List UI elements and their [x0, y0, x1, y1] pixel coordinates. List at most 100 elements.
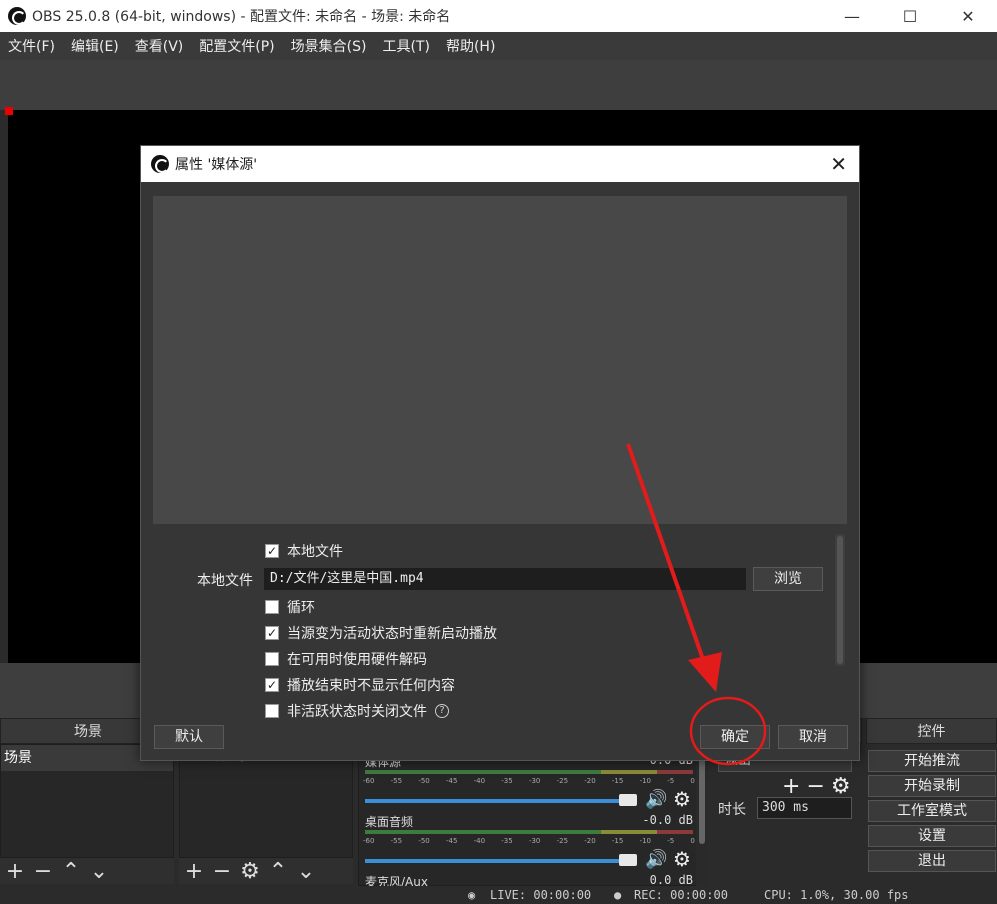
- close-inactive-checkbox[interactable]: [265, 704, 279, 718]
- loop-checkbox[interactable]: [265, 600, 279, 614]
- menu-scene-collection[interactable]: 场景集合(S): [283, 36, 375, 56]
- sources-list[interactable]: 媒体源: [179, 744, 353, 858]
- mixer-track: 桌面音频 -0.0 dB -60 -55 -50 -45 -40 -35 -30 -25 -20…: [363, 813, 695, 877]
- source-up-icon[interactable]: ⌃: [267, 859, 289, 884]
- menu-view[interactable]: 查看(V): [127, 36, 192, 56]
- volume-slider-handle[interactable]: [619, 794, 637, 806]
- file-path-input[interactable]: D:/文件/这里是中国.mp4: [264, 568, 746, 590]
- gear-icon[interactable]: ⚙: [673, 787, 691, 811]
- hw-decode-checkbox[interactable]: [265, 652, 279, 666]
- local-file-checkbox-label: 本地文件: [287, 544, 343, 560]
- speaker-icon[interactable]: 🔊: [645, 789, 667, 810]
- mixer-scrollbar[interactable]: [696, 744, 708, 886]
- transitions-panel: 淡出 +−⚙ 时长 300 ms: [712, 744, 860, 884]
- local-file-checkbox[interactable]: ✓: [265, 544, 279, 558]
- track-name: 桌面音频: [365, 815, 414, 829]
- start-recording-button[interactable]: 开始录制: [868, 775, 996, 797]
- help-icon[interactable]: ?: [435, 704, 449, 718]
- meter-ticks: -60 -55 -50 -45 -40 -35 -30 -25 -20 -15 -10 -5 0: [363, 777, 695, 785]
- rec-status: REC: 00:00:00: [634, 888, 728, 902]
- browse-button[interactable]: 浏览: [753, 567, 823, 591]
- rec-indicator-icon: ●: [614, 888, 622, 902]
- status-bar: ◉ LIVE: 00:00:00 ● REC: 00:00:00 CPU: 1.…: [0, 886, 997, 904]
- minimize-button[interactable]: —: [823, 0, 881, 32]
- obs-logo-icon: [151, 155, 169, 173]
- mixer-track: 麦克风/Aux 0.0 dB: [363, 873, 695, 887]
- remove-source-icon[interactable]: −: [211, 859, 233, 884]
- mixer-track: 媒体源 0.0 dB -60-55-50-45-40-35-30-25-20-1…: [363, 753, 695, 817]
- track-db: 0.0 dB: [649, 873, 693, 887]
- duration-input[interactable]: 300 ms: [757, 797, 852, 819]
- volume-slider[interactable]: [365, 859, 627, 863]
- source-handle[interactable]: [5, 107, 13, 115]
- settings-button[interactable]: 设置: [868, 825, 996, 847]
- scenes-toolbar: + − ⌃ ⌄: [0, 858, 174, 884]
- loop-checkbox-row[interactable]: 循环: [265, 597, 315, 617]
- add-scene-icon[interactable]: +: [4, 859, 26, 884]
- remove-transition-icon[interactable]: −: [806, 774, 830, 799]
- track-name: 麦克风/Aux: [365, 875, 428, 887]
- add-source-icon[interactable]: +: [183, 859, 205, 884]
- add-transition-icon[interactable]: +: [782, 774, 806, 799]
- cpu-status: CPU: 1.0%, 30.00 fps: [764, 888, 909, 902]
- audio-mixer: 媒体源 0.0 dB -60-55-50-45-40-35-30-25-20-1…: [358, 744, 708, 887]
- volume-meter: [365, 770, 693, 774]
- gear-icon[interactable]: ⚙: [673, 847, 691, 871]
- defaults-button[interactable]: 默认: [154, 725, 224, 749]
- hide-end-checkbox-row[interactable]: ✓ 播放结束时不显示任何内容: [265, 675, 455, 695]
- menu-help[interactable]: 帮助(H): [438, 36, 503, 56]
- maximize-button[interactable]: ☐: [881, 0, 939, 32]
- window-title: OBS 25.0.8 (64-bit, windows) - 配置文件: 未命名…: [32, 9, 451, 25]
- restart-checkbox-row[interactable]: ✓ 当源变为活动状态时重新启动播放: [265, 623, 497, 643]
- close-button[interactable]: ✕: [939, 0, 997, 32]
- meter-ticks: -60 -55 -50 -45 -40 -35 -30 -25 -20 -15 -10 -5 0: [363, 837, 695, 845]
- cancel-button[interactable]: 取消: [778, 725, 848, 749]
- menu-bar: 文件(F) 编辑(E) 查看(V) 配置文件(P) 场景集合(S) 工具(T) …: [0, 32, 997, 60]
- transition-tools: +−⚙: [782, 774, 857, 799]
- hide-end-label: 播放结束时不显示任何内容: [287, 678, 455, 694]
- transition-settings-icon[interactable]: ⚙: [831, 774, 857, 799]
- live-indicator-icon: ◉: [468, 888, 476, 902]
- menu-edit[interactable]: 编辑(E): [63, 36, 127, 56]
- preview-top-area: [0, 60, 997, 110]
- restart-checkbox[interactable]: ✓: [265, 626, 279, 640]
- scenes-list[interactable]: 场景: [0, 744, 174, 858]
- remove-scene-icon[interactable]: −: [32, 859, 54, 884]
- volume-slider[interactable]: [365, 799, 627, 803]
- ok-button[interactable]: 确定: [700, 725, 770, 749]
- sources-toolbar: + − ⚙ ⌃ ⌄: [179, 858, 353, 884]
- obs-logo-icon: [8, 7, 26, 25]
- controls-panel: 开始推流 开始录制 工作室模式 设置 退出: [866, 744, 997, 884]
- menu-tools[interactable]: 工具(T): [374, 36, 437, 56]
- media-preview: [153, 196, 847, 524]
- start-streaming-button[interactable]: 开始推流: [868, 750, 996, 772]
- volume-slider-handle[interactable]: [619, 854, 637, 866]
- track-db: -0.0 dB: [642, 813, 693, 827]
- menu-file[interactable]: 文件(F): [0, 36, 63, 56]
- hw-decode-checkbox-row[interactable]: 在可用时使用硬件解码: [265, 649, 427, 669]
- controls-dock-header: 控件: [866, 718, 997, 744]
- dialog-title-bar: 属性 '媒体源' ✕: [141, 146, 859, 182]
- studio-mode-button[interactable]: 工作室模式: [868, 800, 996, 822]
- hw-decode-label: 在可用时使用硬件解码: [287, 652, 427, 668]
- properties-scrollbar[interactable]: [835, 534, 845, 666]
- exit-button[interactable]: 退出: [868, 850, 996, 872]
- source-settings-icon[interactable]: ⚙: [239, 859, 261, 884]
- move-down-icon[interactable]: ⌄: [88, 859, 110, 884]
- menu-profile[interactable]: 配置文件(P): [191, 36, 282, 56]
- title-bar: OBS 25.0.8 (64-bit, windows) - 配置文件: 未命名…: [0, 0, 997, 32]
- speaker-icon[interactable]: 🔊: [645, 849, 667, 870]
- dialog-title: 属性 '媒体源': [175, 157, 258, 173]
- source-down-icon[interactable]: ⌄: [295, 859, 317, 884]
- hide-end-checkbox[interactable]: ✓: [265, 678, 279, 692]
- controls-header-label: 控件: [917, 724, 946, 740]
- close-icon[interactable]: ✕: [830, 152, 847, 176]
- move-up-icon[interactable]: ⌃: [60, 859, 82, 884]
- local-file-checkbox-row[interactable]: ✓ 本地文件: [265, 541, 343, 561]
- restart-label: 当源变为活动状态时重新启动播放: [287, 626, 497, 642]
- properties-dialog: 属性 '媒体源' ✕ ✓ 本地文件 本地文件 D:/文件/这里是中国.mp4 浏…: [140, 145, 860, 761]
- local-file-label: 本地文件: [197, 573, 253, 589]
- close-inactive-checkbox-row[interactable]: 非活跃状态时关闭文件 ?: [265, 701, 449, 721]
- loop-label: 循环: [287, 600, 315, 616]
- volume-meter: [365, 830, 693, 834]
